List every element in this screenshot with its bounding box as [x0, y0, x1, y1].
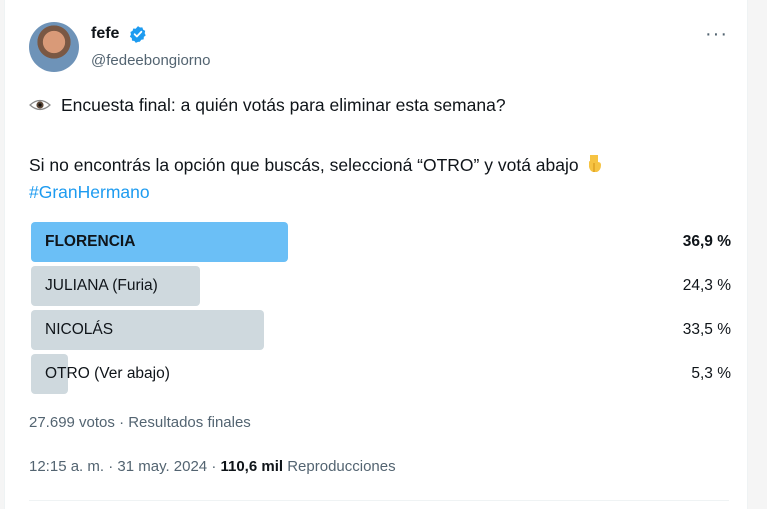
- more-icon[interactable]: ···: [705, 24, 728, 44]
- divider: [29, 500, 729, 501]
- verified-badge-icon: [129, 26, 146, 43]
- poll-option-percent: 33,5 %: [682, 321, 731, 338]
- tweet-text-line-1: Encuesta final: a quién votás para elimi…: [61, 95, 506, 115]
- timestamp-date[interactable]: 12:15 a. m. · 31 may. 2024 ·: [29, 458, 220, 475]
- poll-option-label: NICOLÁS: [45, 321, 114, 338]
- poll-summary: 27.699 votos · Resultados finales: [29, 414, 251, 431]
- tweet-text-line-2: Si no encontrás la opción que buscás, se…: [29, 153, 603, 177]
- poll-option-percent: 24,3 %: [682, 277, 731, 294]
- hand-pointing-down-icon: [588, 155, 601, 172]
- tweet-text-line-2-content: Si no encontrás la opción que buscás, se…: [29, 155, 579, 175]
- poll-option-percent: 5,3 %: [691, 365, 731, 382]
- poll-option-label: OTRO (Ver abajo): [45, 365, 170, 382]
- views-label: Reproducciones: [283, 458, 396, 475]
- eye-icon: [29, 99, 51, 111]
- tweet-card: fefe @fedeebongiorno ··· Encuesta final:…: [4, 0, 748, 509]
- poll-option-percent: 36,9 %: [682, 233, 731, 250]
- hashtag-link[interactable]: #GranHermano: [29, 180, 150, 204]
- poll-option: OTRO (Ver abajo) 5,3 %: [31, 354, 737, 394]
- tweet-timestamp: 12:15 a. m. · 31 may. 2024 · 110,6 mil R…: [29, 457, 396, 477]
- poll-option-label: JULIANA (Furia): [45, 277, 158, 294]
- author-name[interactable]: fefe: [91, 24, 119, 44]
- poll-option: JULIANA (Furia) 24,3 %: [31, 266, 737, 306]
- poll-option: FLORENCIA 36,9 %: [31, 222, 737, 262]
- views-count: 110,6 mil: [220, 458, 284, 475]
- poll-option: NICOLÁS 33,5 %: [31, 310, 737, 350]
- author-handle[interactable]: @fedeebongiorno: [91, 51, 211, 71]
- avatar[interactable]: [29, 22, 79, 72]
- poll-option-label: FLORENCIA: [45, 233, 136, 250]
